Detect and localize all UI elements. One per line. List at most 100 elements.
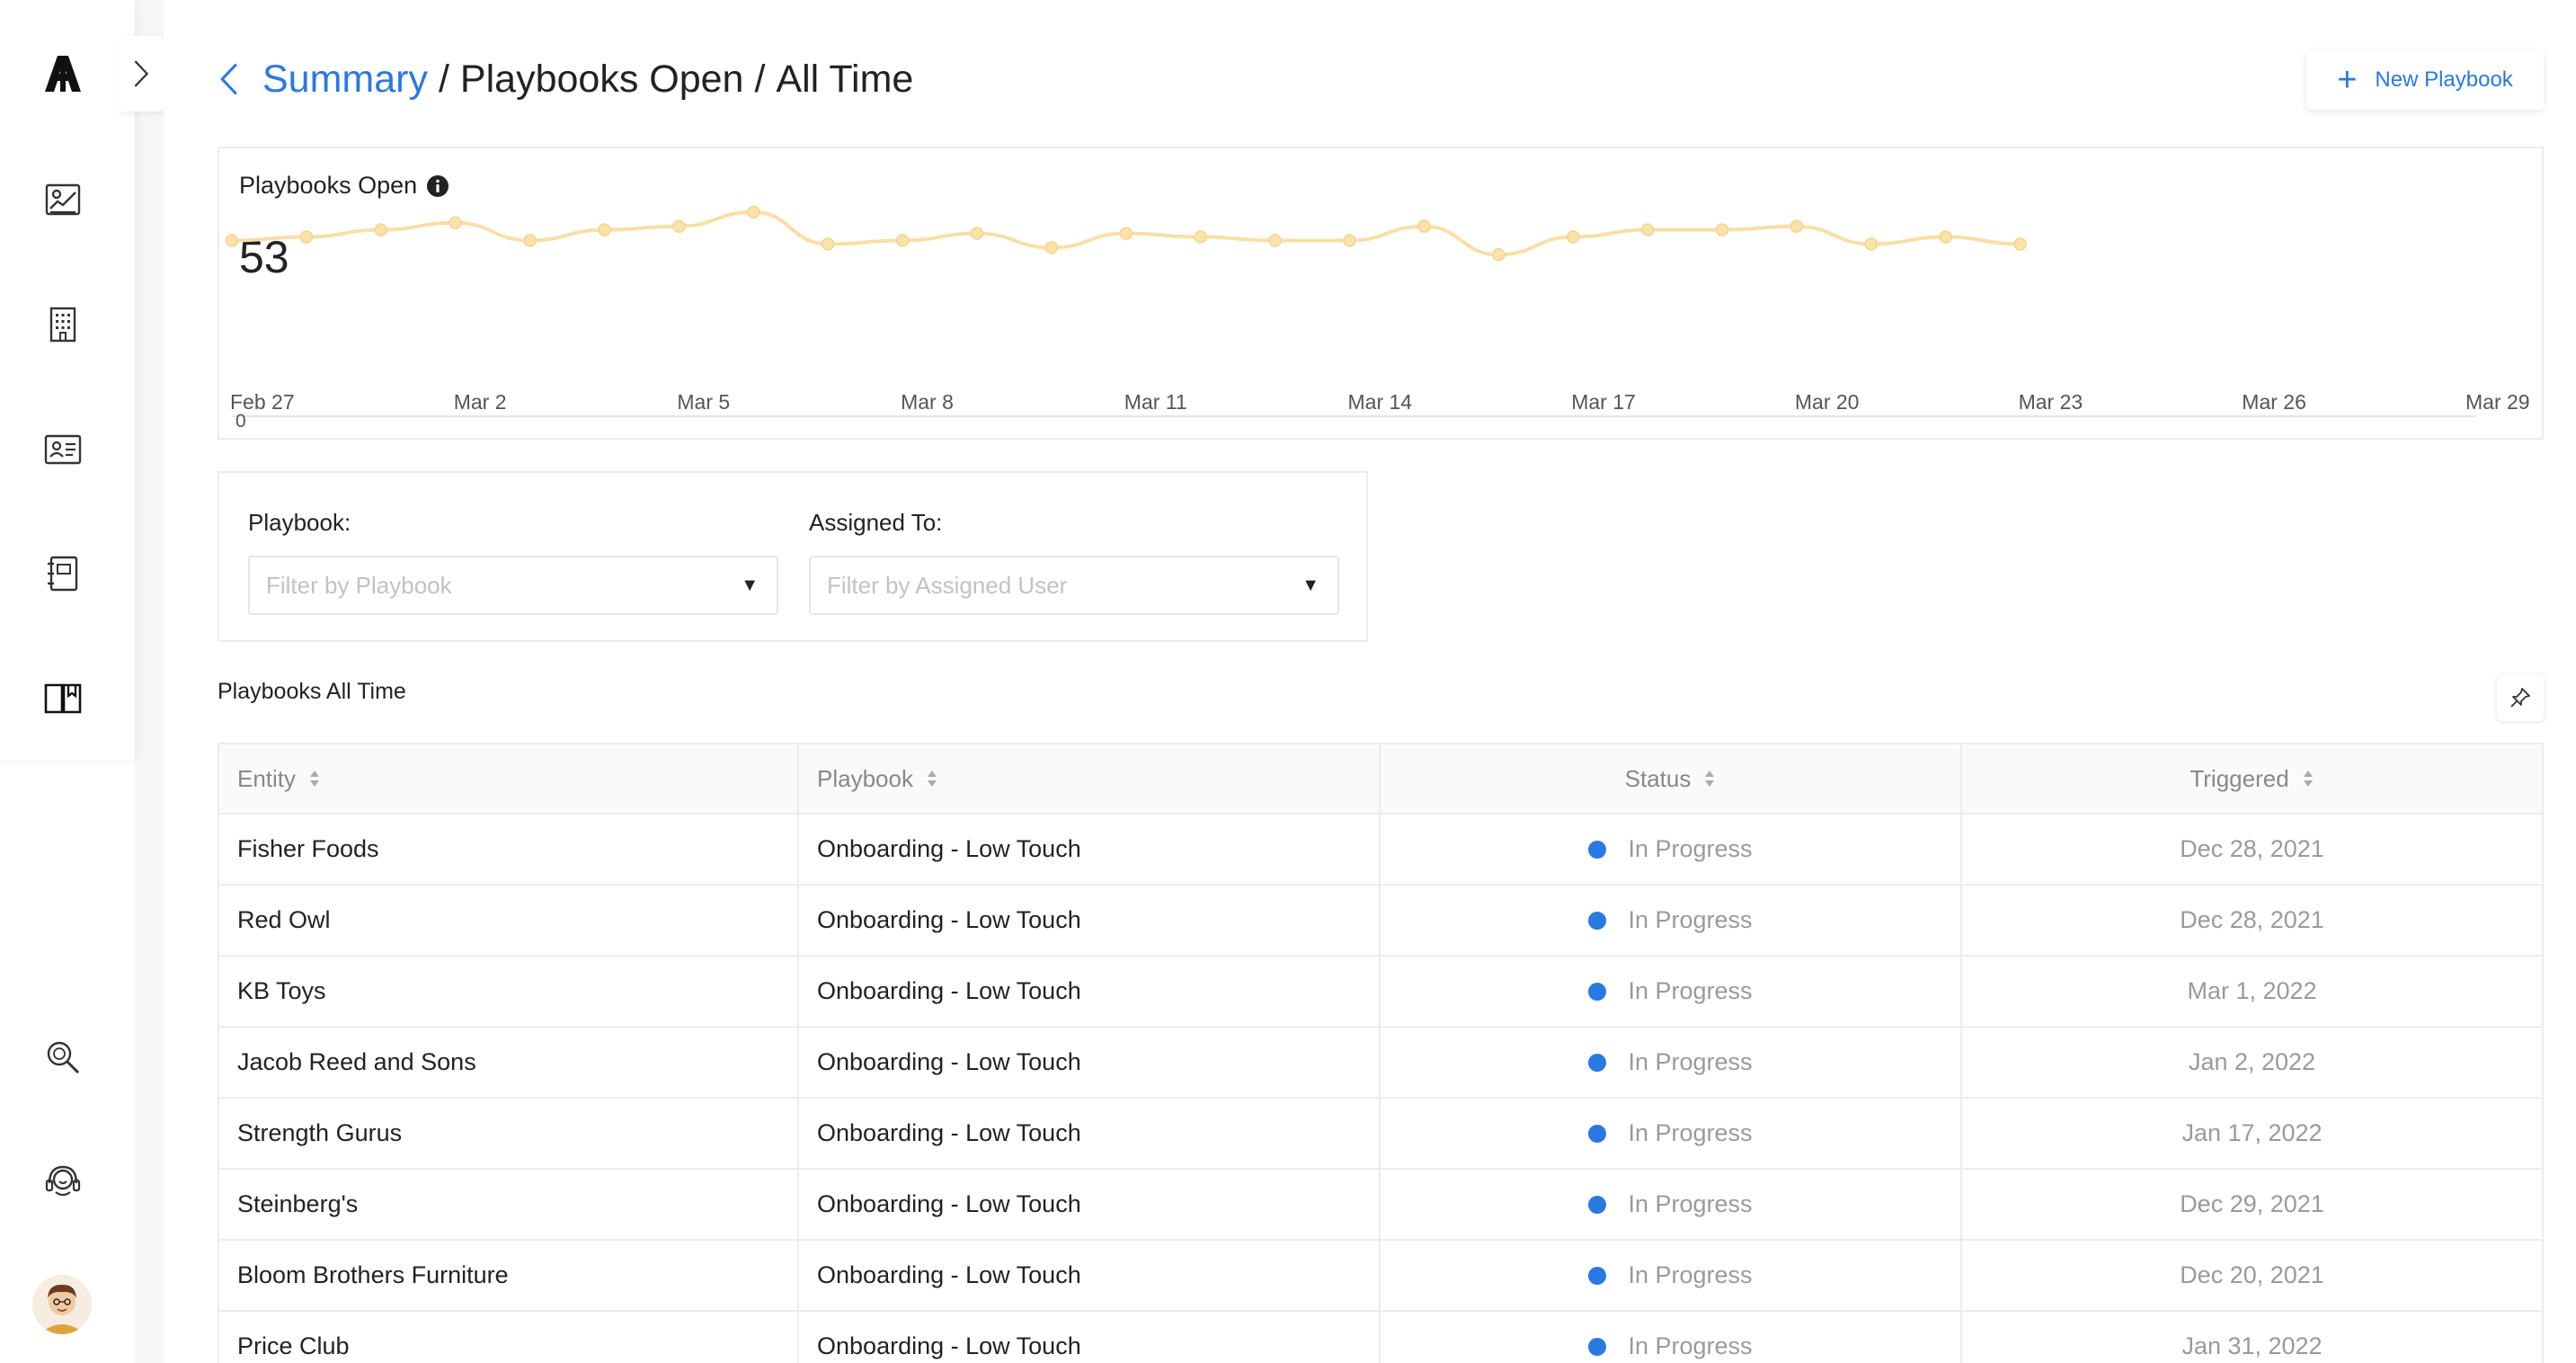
cell-entity[interactable]: Strength Gurus: [219, 1099, 800, 1168]
cell-status: In Progress: [1381, 1241, 1963, 1310]
filter-panel: Playbook: Filter by Playbook ▼ Assigned …: [218, 471, 1368, 642]
cell-triggered: Dec 28, 2021: [2180, 835, 2324, 862]
sidebar-expand-toggle[interactable]: [119, 36, 164, 111]
chevron-left-icon: [220, 63, 237, 95]
logo[interactable]: [41, 52, 84, 95]
table-row[interactable]: Steinberg's Onboarding - Low Touch In Pr…: [218, 1170, 2544, 1241]
main-content: Summary / Playbooks Open / All Time + Ne…: [164, 0, 2576, 1363]
x-tick-label: Mar 20: [1795, 390, 1860, 414]
table-row[interactable]: KB Toys Onboarding - Low Touch In Progre…: [218, 957, 2544, 1028]
search-icon: [47, 1041, 80, 1074]
cell-entity[interactable]: Price Club: [219, 1312, 800, 1363]
cell-status: In Progress: [1381, 1312, 1963, 1363]
data-point[interactable]: [523, 234, 537, 247]
cell-entity[interactable]: KB Toys: [219, 957, 800, 1026]
status-label: In Progress: [1628, 1190, 1753, 1217]
building-icon: [49, 307, 76, 343]
column-header-status[interactable]: Status: [1381, 744, 1963, 813]
sidebar: [0, 0, 135, 1363]
breadcrumb-summary-link[interactable]: Summary: [262, 58, 428, 102]
pin-button[interactable]: [2497, 674, 2544, 721]
data-point[interactable]: [895, 234, 910, 247]
data-point[interactable]: [821, 237, 835, 251]
app-root: Summary / Playbooks Open / All Time + Ne…: [0, 0, 2576, 1363]
cell-triggered: Jan 17, 2022: [2181, 1119, 2323, 1146]
cell-entity[interactable]: Red Owl: [219, 886, 800, 955]
nav-playbooks[interactable]: [41, 676, 84, 719]
data-point[interactable]: [1044, 241, 1059, 254]
avatar[interactable]: [32, 1275, 92, 1334]
x-tick-label: Mar 8: [901, 390, 954, 414]
nav-notebook[interactable]: [41, 552, 84, 595]
cell-triggered: Dec 20, 2021: [2180, 1261, 2324, 1288]
playbook-filter-label: Playbook:: [248, 509, 351, 536]
status-dot-icon: [1588, 911, 1607, 930]
cell-playbook: Onboarding - Low Touch: [799, 957, 1381, 1026]
table-row[interactable]: Jacob Reed and Sons Onboarding - Low Tou…: [218, 1028, 2544, 1099]
nav-search[interactable]: [41, 1036, 84, 1079]
new-playbook-button[interactable]: + New Playbook: [2306, 50, 2544, 110]
cell-entity[interactable]: Jacob Reed and Sons: [219, 1028, 800, 1097]
column-header-playbook[interactable]: Playbook: [799, 744, 1381, 813]
table-row[interactable]: Bloom Brothers Furniture Onboarding - Lo…: [218, 1241, 2544, 1312]
column-header-triggered[interactable]: Triggered: [1962, 744, 2542, 813]
back-button[interactable]: [218, 57, 250, 102]
chevron-right-icon: [134, 60, 149, 87]
column-header-label: Playbook: [817, 764, 913, 792]
sort-icon: [310, 771, 320, 787]
x-tick-label: Mar 11: [1124, 390, 1187, 414]
data-point[interactable]: [2013, 237, 2027, 251]
data-point[interactable]: [598, 223, 611, 236]
table-row[interactable]: Red Owl Onboarding - Low Touch In Progre…: [218, 886, 2544, 957]
data-point[interactable]: [1492, 248, 1506, 262]
table-row[interactable]: Strength Gurus Onboarding - Low Touch In…: [218, 1099, 2544, 1170]
column-header-label: Entity: [237, 764, 297, 792]
nav-contacts[interactable]: [41, 428, 84, 471]
data-point[interactable]: [1640, 223, 1655, 236]
data-point[interactable]: [374, 223, 388, 236]
data-point[interactable]: [225, 234, 239, 247]
column-header-entity[interactable]: Entity: [219, 744, 800, 813]
data-point[interactable]: [1790, 219, 1804, 233]
data-point[interactable]: [449, 216, 462, 229]
status-label: In Progress: [1628, 977, 1753, 1004]
nav-analytics[interactable]: [41, 178, 84, 221]
data-point[interactable]: [1566, 230, 1580, 244]
notebook-icon: [48, 556, 78, 592]
table-row[interactable]: Fisher Foods Onboarding - Low Touch In P…: [218, 815, 2544, 886]
data-point[interactable]: [1715, 223, 1729, 236]
assigned-user-filter-select[interactable]: Filter by Assigned User ▼: [809, 556, 1339, 615]
data-point[interactable]: [747, 205, 760, 219]
data-point[interactable]: [1417, 219, 1431, 233]
data-point[interactable]: [1864, 237, 1879, 251]
nav-companies[interactable]: [41, 303, 84, 346]
sort-icon: [1705, 771, 1715, 787]
contacts-icon: [44, 434, 82, 465]
playbook-filter-select[interactable]: Filter by Playbook ▼: [248, 556, 778, 615]
nav-support[interactable]: [41, 1160, 84, 1203]
data-point[interactable]: [672, 219, 686, 233]
y-tick-label: 0: [235, 411, 246, 432]
x-tick-label: Mar 5: [677, 390, 730, 414]
cell-status: In Progress: [1381, 957, 1963, 1026]
data-point[interactable]: [1343, 234, 1356, 247]
data-point[interactable]: [1939, 230, 1952, 244]
table-row[interactable]: Price Club Onboarding - Low Touch In Pro…: [218, 1312, 2544, 1363]
cell-entity[interactable]: Fisher Foods: [219, 815, 800, 884]
status-label: In Progress: [1628, 1119, 1753, 1146]
data-point[interactable]: [970, 227, 984, 240]
data-point[interactable]: [299, 230, 314, 244]
x-tick-label: Mar 26: [2242, 390, 2306, 414]
cell-playbook: Onboarding - Low Touch: [799, 1241, 1381, 1310]
data-point[interactable]: [1194, 230, 1207, 244]
cell-triggered: Jan 2, 2022: [2188, 1048, 2316, 1075]
cell-entity[interactable]: Steinberg's: [219, 1170, 800, 1239]
status-dot-icon: [1588, 1053, 1607, 1072]
data-point[interactable]: [1119, 227, 1133, 240]
data-point[interactable]: [1268, 234, 1282, 247]
cell-playbook: Onboarding - Low Touch: [799, 886, 1381, 955]
cell-entity[interactable]: Bloom Brothers Furniture: [219, 1241, 800, 1310]
caret-down-icon: ▼: [1301, 575, 1319, 595]
column-header-label: Triggered: [2190, 764, 2289, 792]
playbook-filter-placeholder: Filter by Playbook: [266, 571, 452, 599]
